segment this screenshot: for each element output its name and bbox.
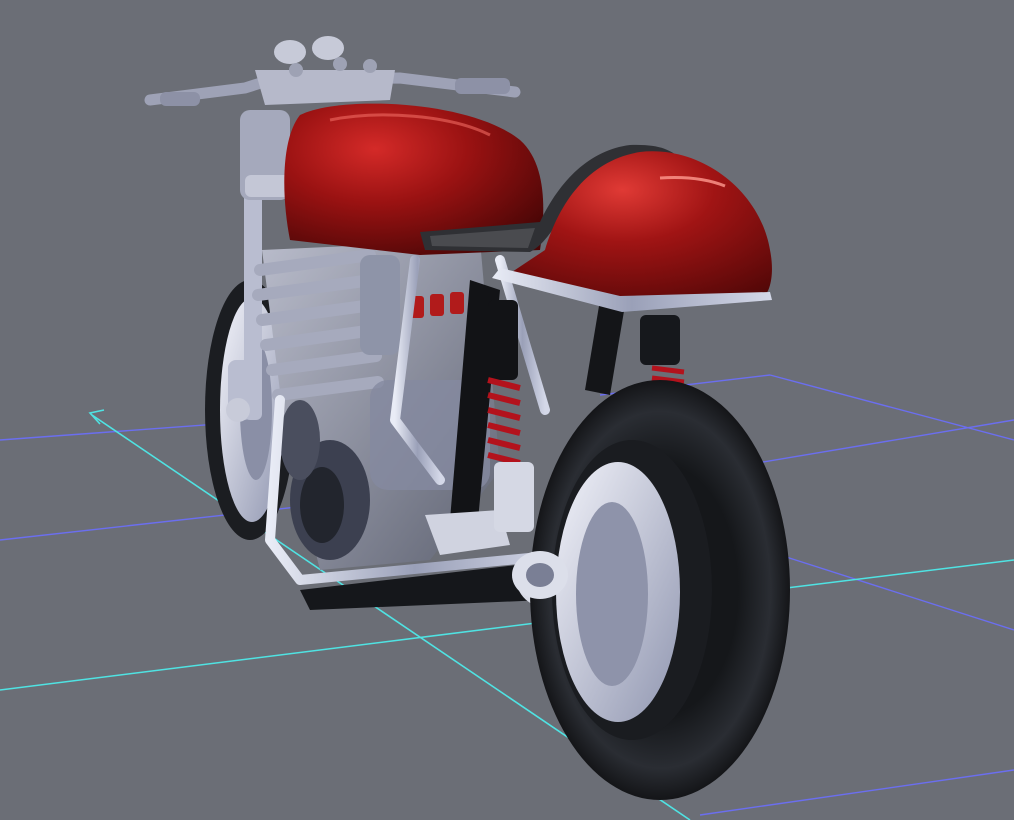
rear-shock-right: [640, 315, 685, 385]
rear-strut: [585, 300, 625, 395]
rear-wheel: [512, 380, 790, 800]
3d-viewport[interactable]: [0, 0, 1014, 820]
viewport-scene[interactable]: [0, 0, 1014, 820]
